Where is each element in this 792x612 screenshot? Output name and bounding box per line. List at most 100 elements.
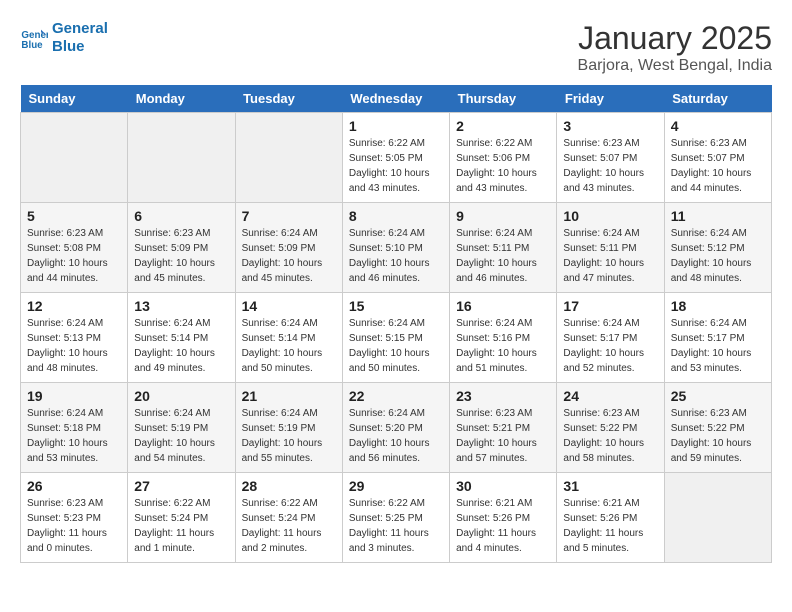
calendar-cell: 13Sunrise: 6:24 AM Sunset: 5:14 PM Dayli… (128, 293, 235, 383)
day-number: 5 (27, 208, 121, 224)
day-number: 17 (563, 298, 657, 314)
weekday-header-tuesday: Tuesday (235, 85, 342, 113)
calendar-cell: 11 Sunrise: 6:24 AM Sunset: 5:12 PM Dayli… (664, 203, 771, 293)
calendar-cell: 20 Sunrise: 6:24 AM Sunset: 5:19 PM Dayli… (128, 383, 235, 473)
day-number: 26 (27, 478, 121, 494)
day-info: Sunrise: 6:22 AM Sunset: 5:24 PM Dayligh… (134, 496, 228, 556)
calendar-cell (664, 473, 771, 563)
logo-text-line1: General (52, 20, 108, 38)
day-number: 6 (134, 208, 228, 224)
weekday-header-sunday: Sunday (21, 85, 128, 113)
day-info: Sunrise: 6:23 AM Sunset: 5:07 PM Dayligh… (671, 136, 765, 196)
day-info: Sunrise: 6:24 AM Sunset: 5:14 PM Dayligh… (134, 316, 228, 376)
day-number: 22 (349, 388, 443, 404)
day-info: Sunrise: 6:22 AM Sunset: 5:24 PM Dayligh… (242, 496, 336, 556)
day-info: Sunrise: 6:24 AM Sunset: 5:12 PM Dayligh… (671, 226, 765, 286)
calendar-cell: 23Sunrise: 6:23 AM Sunset: 5:21 PM Dayli… (450, 383, 557, 473)
calendar-cell: 10 Sunrise: 6:24 AM Sunset: 5:11 PM Dayli… (557, 203, 664, 293)
calendar-cell: 21Sunrise: 6:24 AM Sunset: 5:19 PM Dayli… (235, 383, 342, 473)
calendar-subtitle: Barjora, West Bengal, India (578, 57, 772, 75)
day-info: Sunrise: 6:24 AM Sunset: 5:14 PM Dayligh… (242, 316, 336, 376)
day-number: 3 (563, 118, 657, 134)
calendar-cell: 17 Sunrise: 6:24 AM Sunset: 5:17 PM Dayli… (557, 293, 664, 383)
day-info: Sunrise: 6:22 AM Sunset: 5:05 PM Dayligh… (349, 136, 443, 196)
calendar-cell: 7 Sunrise: 6:24 AM Sunset: 5:09 PM Daylig… (235, 203, 342, 293)
day-number: 20 (134, 388, 228, 404)
calendar-cell: 4 Sunrise: 6:23 AM Sunset: 5:07 PM Daylig… (664, 113, 771, 203)
day-info: Sunrise: 6:24 AM Sunset: 5:17 PM Dayligh… (671, 316, 765, 376)
day-number: 30 (456, 478, 550, 494)
calendar-week-row: 5 Sunrise: 6:23 AM Sunset: 5:08 PM Daylig… (21, 203, 772, 293)
weekday-header-saturday: Saturday (664, 85, 771, 113)
day-number: 10 (563, 208, 657, 224)
calendar-header-row: SundayMondayTuesdayWednesdayThursdayFrid… (21, 85, 772, 113)
day-info: Sunrise: 6:24 AM Sunset: 5:09 PM Dayligh… (242, 226, 336, 286)
day-number: 11 (671, 208, 765, 224)
day-info: Sunrise: 6:23 AM Sunset: 5:23 PM Dayligh… (27, 496, 121, 556)
calendar-cell: 31 Sunrise: 6:21 AM Sunset: 5:26 PM Dayli… (557, 473, 664, 563)
day-info: Sunrise: 6:21 AM Sunset: 5:26 PM Dayligh… (563, 496, 657, 556)
calendar-title: January 2025 (578, 20, 772, 57)
calendar-cell: 18Sunrise: 6:24 AM Sunset: 5:17 PM Dayli… (664, 293, 771, 383)
calendar-week-row: 26 Sunrise: 6:23 AM Sunset: 5:23 PM Dayli… (21, 473, 772, 563)
calendar-cell: 2 Sunrise: 6:22 AM Sunset: 5:06 PM Daylig… (450, 113, 557, 203)
title-area: January 2025 Barjora, West Bengal, India (578, 20, 772, 75)
calendar-week-row: 19 Sunrise: 6:24 AM Sunset: 5:18 PM Dayli… (21, 383, 772, 473)
weekday-header-friday: Friday (557, 85, 664, 113)
calendar-cell: 26 Sunrise: 6:23 AM Sunset: 5:23 PM Dayli… (21, 473, 128, 563)
calendar-cell (128, 113, 235, 203)
day-info: Sunrise: 6:24 AM Sunset: 5:19 PM Dayligh… (134, 406, 228, 466)
day-info: Sunrise: 6:24 AM Sunset: 5:11 PM Dayligh… (563, 226, 657, 286)
day-number: 15 (349, 298, 443, 314)
logo: General Blue General Blue (20, 20, 108, 56)
day-number: 8 (349, 208, 443, 224)
logo-text-line2: Blue (52, 38, 108, 56)
day-info: Sunrise: 6:23 AM Sunset: 5:07 PM Dayligh… (563, 136, 657, 196)
day-info: Sunrise: 6:22 AM Sunset: 5:06 PM Dayligh… (456, 136, 550, 196)
calendar-cell: 22 Sunrise: 6:24 AM Sunset: 5:20 PM Dayli… (342, 383, 449, 473)
day-info: Sunrise: 6:23 AM Sunset: 5:22 PM Dayligh… (671, 406, 765, 466)
day-number: 19 (27, 388, 121, 404)
calendar-cell (21, 113, 128, 203)
day-info: Sunrise: 6:24 AM Sunset: 5:17 PM Dayligh… (563, 316, 657, 376)
day-info: Sunrise: 6:24 AM Sunset: 5:13 PM Dayligh… (27, 316, 121, 376)
weekday-header-wednesday: Wednesday (342, 85, 449, 113)
day-info: Sunrise: 6:24 AM Sunset: 5:18 PM Dayligh… (27, 406, 121, 466)
day-number: 31 (563, 478, 657, 494)
calendar-cell: 25Sunrise: 6:23 AM Sunset: 5:22 PM Dayli… (664, 383, 771, 473)
calendar-cell: 1 Sunrise: 6:22 AM Sunset: 5:05 PM Daylig… (342, 113, 449, 203)
day-info: Sunrise: 6:24 AM Sunset: 5:19 PM Dayligh… (242, 406, 336, 466)
day-number: 4 (671, 118, 765, 134)
calendar-cell: 16Sunrise: 6:24 AM Sunset: 5:16 PM Dayli… (450, 293, 557, 383)
day-number: 29 (349, 478, 443, 494)
calendar-cell: 29 Sunrise: 6:22 AM Sunset: 5:25 PM Dayli… (342, 473, 449, 563)
calendar-cell: 9Sunrise: 6:24 AM Sunset: 5:11 PM Daylig… (450, 203, 557, 293)
day-number: 1 (349, 118, 443, 134)
day-info: Sunrise: 6:23 AM Sunset: 5:08 PM Dayligh… (27, 226, 121, 286)
day-info: Sunrise: 6:21 AM Sunset: 5:26 PM Dayligh… (456, 496, 550, 556)
day-info: Sunrise: 6:24 AM Sunset: 5:20 PM Dayligh… (349, 406, 443, 466)
day-info: Sunrise: 6:23 AM Sunset: 5:21 PM Dayligh… (456, 406, 550, 466)
calendar-cell: 3 Sunrise: 6:23 AM Sunset: 5:07 PM Daylig… (557, 113, 664, 203)
calendar-cell: 30 Sunrise: 6:21 AM Sunset: 5:26 PM Dayli… (450, 473, 557, 563)
calendar-cell: 15 Sunrise: 6:24 AM Sunset: 5:15 PM Dayli… (342, 293, 449, 383)
day-info: Sunrise: 6:23 AM Sunset: 5:22 PM Dayligh… (563, 406, 657, 466)
day-info: Sunrise: 6:22 AM Sunset: 5:25 PM Dayligh… (349, 496, 443, 556)
day-info: Sunrise: 6:24 AM Sunset: 5:10 PM Dayligh… (349, 226, 443, 286)
calendar-cell: 8 Sunrise: 6:24 AM Sunset: 5:10 PM Daylig… (342, 203, 449, 293)
day-number: 28 (242, 478, 336, 494)
day-number: 7 (242, 208, 336, 224)
day-number: 24 (563, 388, 657, 404)
svg-text:Blue: Blue (21, 40, 43, 51)
day-number: 12 (27, 298, 121, 314)
day-info: Sunrise: 6:24 AM Sunset: 5:15 PM Dayligh… (349, 316, 443, 376)
day-info: Sunrise: 6:24 AM Sunset: 5:16 PM Dayligh… (456, 316, 550, 376)
page-header: General Blue General Blue January 2025 B… (20, 20, 772, 75)
weekday-header-monday: Monday (128, 85, 235, 113)
day-number: 2 (456, 118, 550, 134)
day-number: 14 (242, 298, 336, 314)
calendar-cell: 5 Sunrise: 6:23 AM Sunset: 5:08 PM Daylig… (21, 203, 128, 293)
day-info: Sunrise: 6:24 AM Sunset: 5:11 PM Dayligh… (456, 226, 550, 286)
logo-icon: General Blue (20, 24, 48, 52)
day-info: Sunrise: 6:23 AM Sunset: 5:09 PM Dayligh… (134, 226, 228, 286)
